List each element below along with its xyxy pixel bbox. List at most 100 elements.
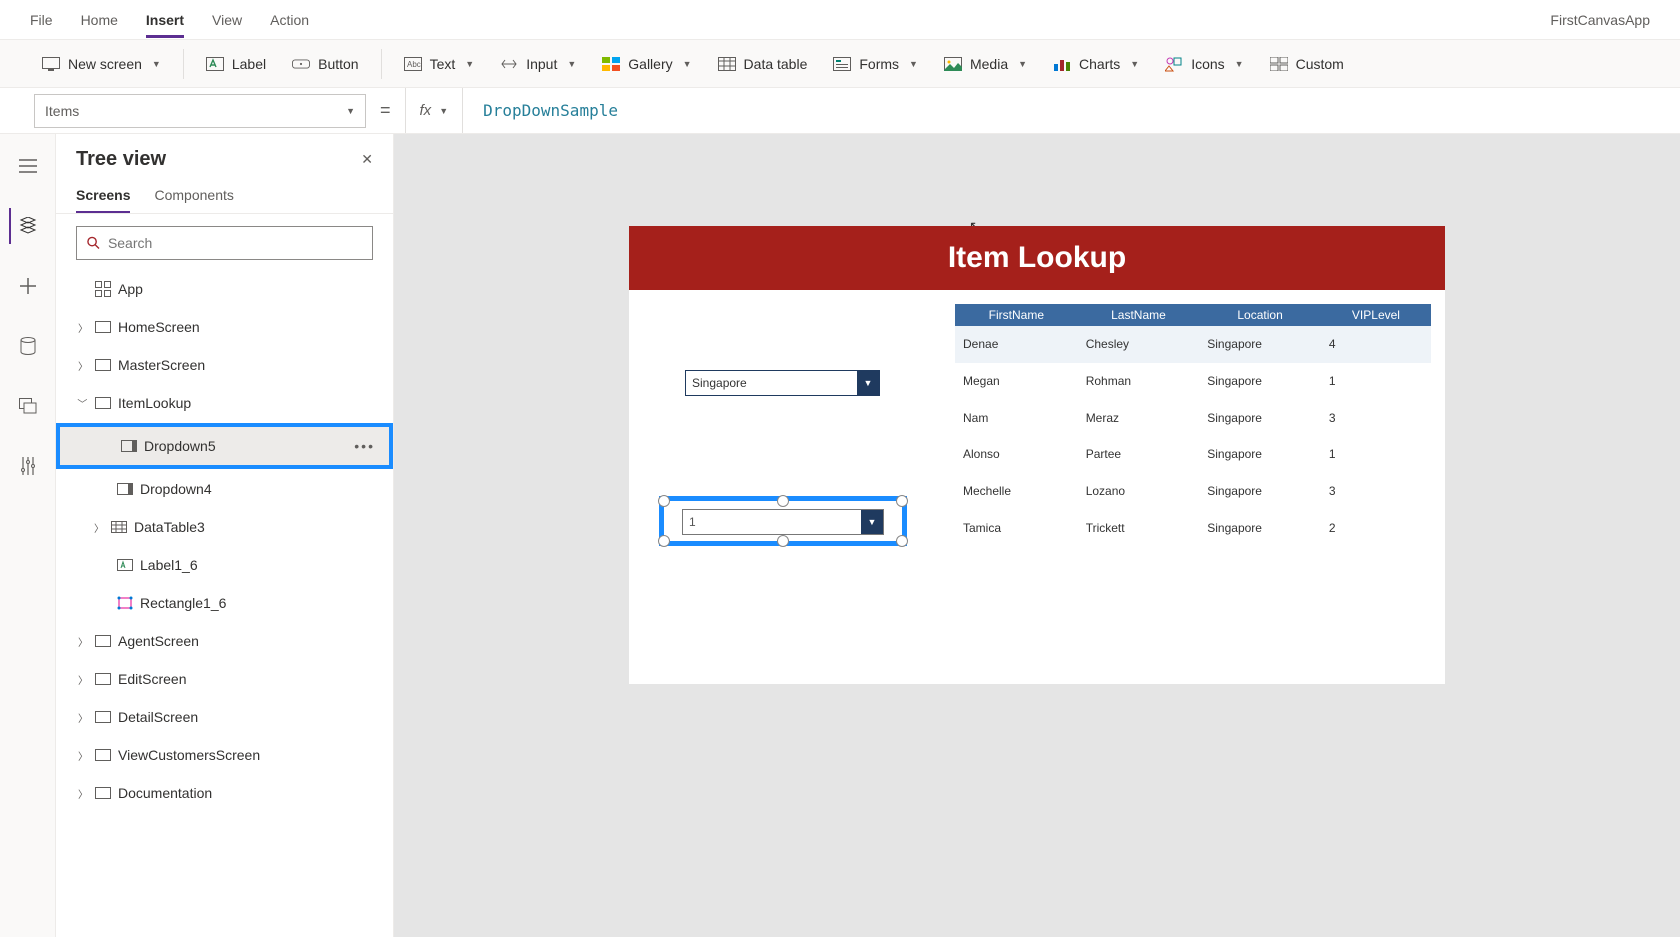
resize-handle[interactable] <box>658 495 670 507</box>
charts-button[interactable]: Charts ▼ <box>1041 49 1151 79</box>
custom-icon <box>1270 55 1288 73</box>
input-button[interactable]: Input ▼ <box>488 49 588 79</box>
menu-file[interactable]: File <box>30 2 53 38</box>
menu-insert[interactable]: Insert <box>146 2 184 38</box>
tree-view-icon[interactable] <box>9 208 45 244</box>
tree-masterscreen[interactable]: 〉MasterScreen <box>56 346 393 384</box>
menu-action[interactable]: Action <box>270 2 309 38</box>
resize-handle[interactable] <box>777 495 789 507</box>
search-input[interactable] <box>108 235 362 251</box>
tree-label: AgentScreen <box>118 633 199 649</box>
search-input-wrapper[interactable] <box>76 226 373 260</box>
new-screen-button[interactable]: New screen ▼ <box>30 49 173 79</box>
dropdown5-selection[interactable]: 1 ▼ <box>659 496 907 546</box>
col-location[interactable]: Location <box>1199 304 1321 326</box>
dropdown4-control[interactable]: Singapore ▼ <box>685 370 880 396</box>
media-button[interactable]: Media ▼ <box>932 49 1039 79</box>
gallery-btn-text: Gallery <box>628 56 672 72</box>
table-row[interactable]: DenaeChesleySingapore4 <box>955 326 1431 363</box>
tree-homescreen[interactable]: 〉HomeScreen <box>56 308 393 346</box>
fx-button[interactable]: fx ▼ <box>405 88 464 133</box>
custom-button[interactable]: Custom <box>1258 49 1356 79</box>
tree-label: EditScreen <box>118 671 186 687</box>
table-row[interactable]: AlonsoParteeSingapore1 <box>955 436 1431 473</box>
tree-dropdown5[interactable]: Dropdown5 ••• <box>60 427 389 465</box>
tree-editscreen[interactable]: 〉EditScreen <box>56 660 393 698</box>
tree-app[interactable]: App <box>56 270 393 308</box>
screen-icon <box>94 670 112 688</box>
button-button[interactable]: Button <box>280 49 370 79</box>
formula-input[interactable]: DropDownSample <box>477 101 618 120</box>
resize-handle[interactable] <box>658 535 670 547</box>
data-table[interactable]: FirstName LastName Location VIPLevel Den… <box>955 304 1431 546</box>
chevron-down-icon: ▼ <box>909 59 918 69</box>
tree-agentscreen[interactable]: 〉AgentScreen <box>56 622 393 660</box>
input-icon <box>500 55 518 73</box>
col-viplevel[interactable]: VIPLevel <box>1321 304 1431 326</box>
hamburger-icon[interactable] <box>10 148 46 184</box>
property-selector[interactable]: Items ▼ <box>34 94 366 128</box>
search-icon <box>87 236 100 250</box>
tree-label: ItemLookup <box>118 395 191 411</box>
screen-icon <box>94 632 112 650</box>
chevron-down-icon: ▼ <box>857 371 879 395</box>
table-row[interactable]: TamicaTrickettSingapore2 <box>955 509 1431 546</box>
tree-label: HomeScreen <box>118 319 200 335</box>
gallery-button[interactable]: Gallery ▼ <box>590 49 703 79</box>
chevron-down-icon: ▼ <box>861 510 883 534</box>
media-btn-text: Media <box>970 56 1008 72</box>
text-btn-text: Text <box>430 56 456 72</box>
tree-label: Label1_6 <box>140 557 198 573</box>
icons-icon <box>1165 55 1183 73</box>
dropdown5-control[interactable]: 1 ▼ <box>682 509 884 535</box>
menu-view[interactable]: View <box>212 2 242 38</box>
top-menu-bar: File Home Insert View Action FirstCanvas… <box>0 0 1680 40</box>
tab-components[interactable]: Components <box>154 179 233 213</box>
charts-icon <box>1053 55 1071 73</box>
property-value: Items <box>45 103 79 119</box>
table-row[interactable]: MeganRohmanSingapore1 <box>955 363 1431 400</box>
app-screen[interactable]: Item Lookup Singapore ▼ <box>629 226 1445 684</box>
canvas-area[interactable]: ↖ Item Lookup Singapore ▼ <box>394 134 1680 937</box>
tree-dropdown4[interactable]: Dropdown4 <box>56 470 393 508</box>
database-icon[interactable] <box>10 328 46 364</box>
media-pane-icon[interactable] <box>10 388 46 424</box>
menu-home[interactable]: Home <box>81 2 118 38</box>
tree-rectangle1-6[interactable]: Rectangle1_6 <box>56 584 393 622</box>
app-icon <box>94 280 112 298</box>
text-icon: Abc <box>404 55 422 73</box>
label-button[interactable]: Label <box>194 49 278 79</box>
data-table-btn-text: Data table <box>744 56 808 72</box>
more-icon[interactable]: ••• <box>354 438 375 454</box>
tree-viewcustomersscreen[interactable]: 〉ViewCustomersScreen <box>56 736 393 774</box>
svg-text:Abc: Abc <box>407 60 421 69</box>
tree-label1-6[interactable]: Label1_6 <box>56 546 393 584</box>
tree-datatable3[interactable]: 〉DataTable3 <box>56 508 393 546</box>
tree-documentation[interactable]: 〉Documentation <box>56 774 393 812</box>
tab-screens[interactable]: Screens <box>76 179 130 213</box>
resize-handle[interactable] <box>896 535 908 547</box>
forms-icon <box>833 55 851 73</box>
chevron-down-icon: ▼ <box>152 59 161 69</box>
data-table-button[interactable]: Data table <box>706 49 820 79</box>
add-icon[interactable] <box>10 268 46 304</box>
tools-icon[interactable] <box>10 448 46 484</box>
table-row[interactable]: NamMerazSingapore3 <box>955 399 1431 436</box>
label-btn-text: Label <box>232 56 266 72</box>
chevron-down-icon: ▼ <box>346 106 355 116</box>
tree-itemlookup[interactable]: 〉ItemLookup <box>56 384 393 422</box>
close-icon[interactable]: ✕ <box>361 151 373 168</box>
forms-btn-text: Forms <box>859 56 899 72</box>
resize-handle[interactable] <box>896 495 908 507</box>
forms-button[interactable]: Forms ▼ <box>821 49 930 79</box>
charts-btn-text: Charts <box>1079 56 1120 72</box>
resize-handle[interactable] <box>777 535 789 547</box>
new-screen-label: New screen <box>68 56 142 72</box>
col-lastname[interactable]: LastName <box>1078 304 1200 326</box>
text-button[interactable]: Abc Text ▼ <box>392 49 487 79</box>
tree-detailscreen[interactable]: 〉DetailScreen <box>56 698 393 736</box>
table-row[interactable]: MechelleLozanoSingapore3 <box>955 473 1431 510</box>
icons-button[interactable]: Icons ▼ <box>1153 49 1255 79</box>
button-icon <box>292 55 310 73</box>
col-firstname[interactable]: FirstName <box>955 304 1078 326</box>
